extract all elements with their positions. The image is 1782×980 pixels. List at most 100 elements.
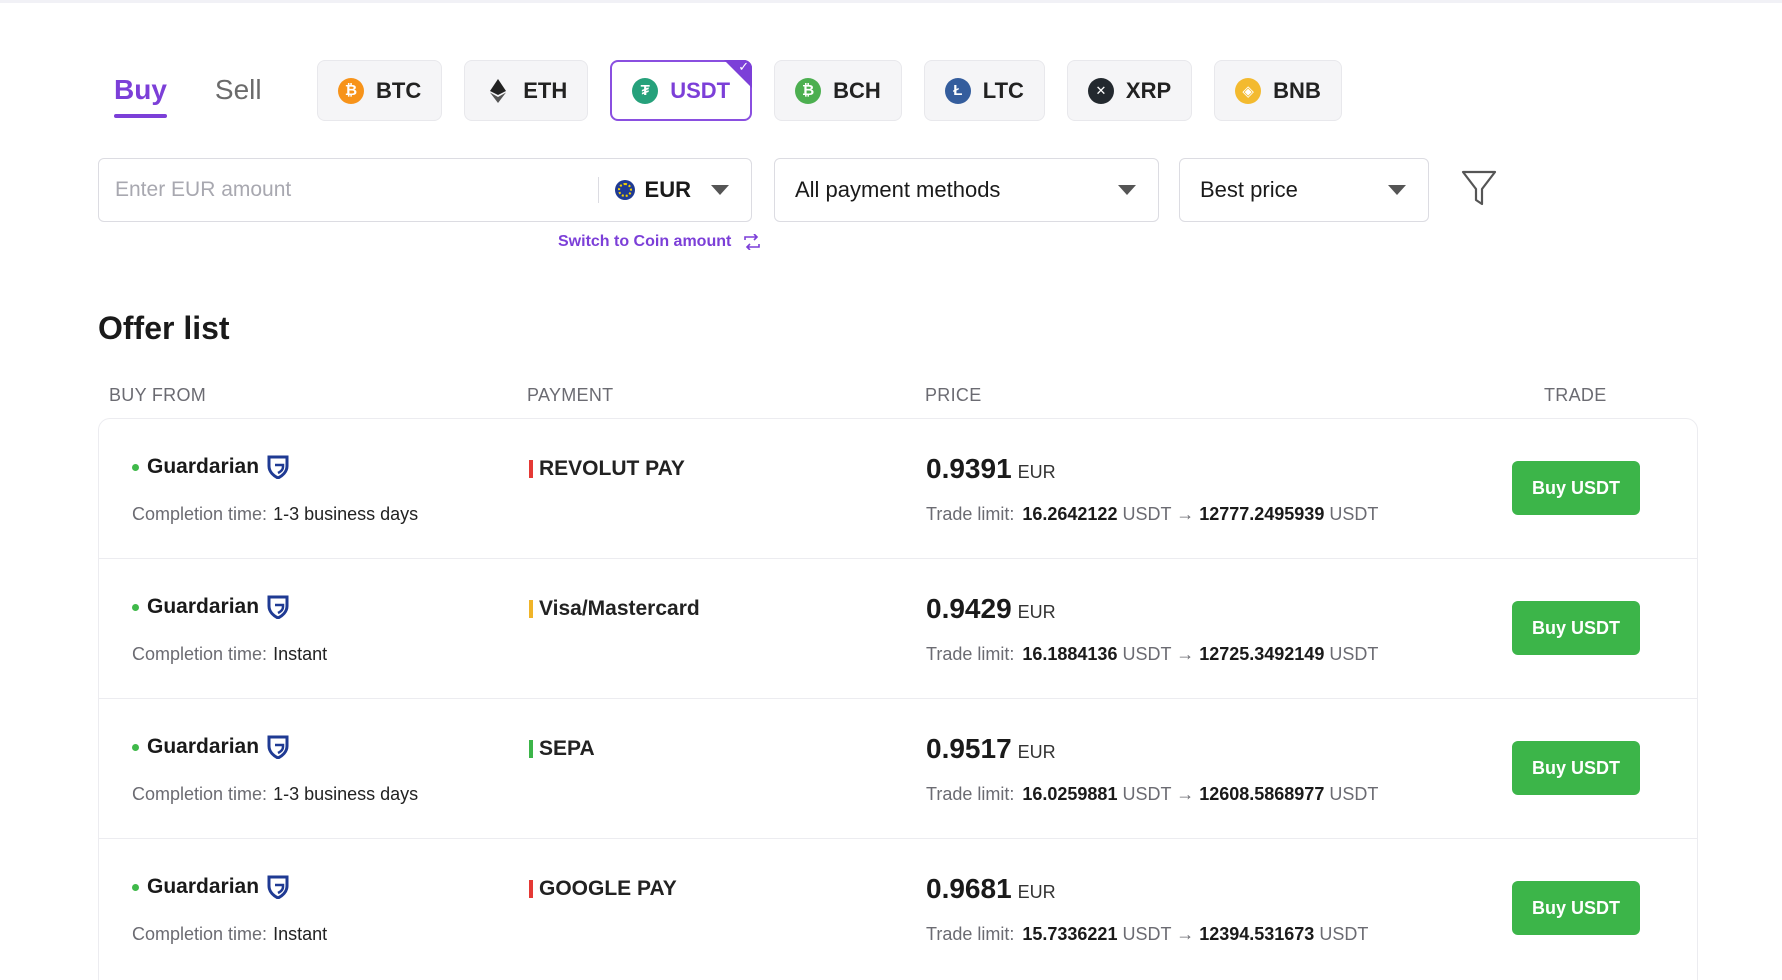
limit-unit: USDT — [1122, 644, 1172, 664]
coin-chip-eth[interactable]: ETH — [464, 60, 589, 121]
payment-color-bar — [529, 880, 533, 898]
funnel-icon — [1461, 170, 1497, 206]
completion-time: Completion time: 1-3 business days — [132, 784, 418, 805]
price-currency: EUR — [1017, 462, 1056, 482]
payment-name: SEPA — [539, 737, 595, 760]
coin-label: BCH — [833, 77, 881, 103]
coin-chip-ltc[interactable]: Ł LTC — [923, 60, 1045, 121]
bitcoin-icon: ₿ — [338, 77, 364, 104]
top-divider — [0, 0, 1782, 3]
amount-field-group: EUR — [98, 158, 752, 222]
eu-flag-icon — [614, 180, 635, 200]
completion-time: Completion time: 1-3 business days — [132, 504, 418, 525]
price: 0.9429 EUR — [926, 593, 1056, 625]
coin-selector: ₿ BTC ETH ₮ USDT ✓ ₿ BCH Ł LTC ✕ XRP ◈ B… — [317, 60, 1342, 121]
payment-method: SEPA — [529, 737, 595, 761]
completion-label: Completion time: — [132, 644, 268, 664]
tab-buy[interactable]: Buy — [114, 74, 167, 118]
offer-row: Guardarian Completion time: 1-3 business … — [99, 419, 1697, 559]
payment-method-value: All payment methods — [795, 177, 1001, 202]
price-value: 0.9391 — [926, 453, 1012, 484]
limit-unit: USDT — [1329, 784, 1379, 804]
offer-list: Guardarian Completion time: 1-3 business … — [98, 418, 1698, 980]
limit-min: 15.7336221 — [1022, 924, 1118, 944]
switch-link-label: Switch to Coin amount — [558, 233, 732, 250]
trade-limit-label: Trade limit: — [926, 784, 1015, 804]
payment-color-bar — [529, 460, 533, 478]
xrp-icon: ✕ — [1087, 77, 1114, 104]
currency-select[interactable]: EUR — [599, 159, 751, 221]
coin-chip-btc[interactable]: ₿ BTC — [317, 60, 443, 121]
chevron-down-icon — [1118, 185, 1136, 195]
switch-to-coin-amount-link[interactable]: Switch to Coin amount — [558, 233, 761, 251]
limit-unit: USDT — [1329, 504, 1379, 524]
tether-icon: ₮ — [632, 77, 659, 104]
completion-label: Completion time: — [132, 784, 268, 804]
buy-usdt-button[interactable]: Buy USDT — [1512, 461, 1640, 515]
buy-usdt-button[interactable]: Buy USDT — [1512, 741, 1640, 795]
guardarian-shield-icon — [267, 875, 289, 899]
limit-max: 12777.2495939 — [1199, 504, 1325, 524]
payment-name: Visa/Mastercard — [539, 597, 700, 620]
payment-method-select[interactable]: All payment methods — [774, 158, 1159, 222]
guardarian-shield-icon — [267, 595, 289, 619]
price: 0.9681 EUR — [926, 873, 1056, 905]
trade-limit-label: Trade limit: — [926, 924, 1015, 944]
trade-limit: Trade limit: 15.7336221 USDT → 12394.5316… — [926, 924, 1368, 945]
price-currency: EUR — [1017, 882, 1056, 902]
column-header-payment: PAYMENT — [527, 385, 614, 405]
completion-time: Completion time: Instant — [132, 924, 327, 945]
payment-method: GOOGLE PAY — [529, 877, 677, 901]
payment-method: REVOLUT PAY — [529, 457, 685, 481]
trade-limit: Trade limit: 16.1884136 USDT → 12725.3492… — [926, 644, 1378, 665]
guardarian-shield-icon — [267, 735, 289, 759]
price: 0.9517 EUR — [926, 733, 1056, 765]
vendor-name: Guardarian — [147, 735, 260, 758]
limit-max: 12725.3492149 — [1199, 644, 1325, 664]
completion-value: Instant — [273, 924, 328, 944]
price-currency: EUR — [1017, 602, 1056, 622]
limit-unit: USDT — [1122, 924, 1172, 944]
ethereum-icon — [485, 78, 511, 104]
coin-chip-usdt[interactable]: ₮ USDT ✓ — [610, 60, 753, 121]
trade-limit-label: Trade limit: — [926, 504, 1015, 524]
limit-max: 12394.531673 — [1199, 924, 1315, 944]
price-value: 0.9429 — [926, 593, 1012, 624]
coin-label: XRP — [1125, 77, 1172, 103]
payment-method: Visa/Mastercard — [529, 597, 700, 621]
offer-row: Guardarian Completion time: Instant Visa/… — [99, 559, 1697, 699]
buy-usdt-button[interactable]: Buy USDT — [1512, 601, 1640, 655]
coin-chip-bnb[interactable]: ◈ BNB — [1214, 60, 1342, 121]
vendor-name: Guardarian — [147, 875, 260, 898]
column-header-price: PRICE — [925, 385, 982, 405]
coin-chip-xrp[interactable]: ✕ XRP — [1066, 60, 1193, 121]
column-header-buy-from: BUY FROM — [109, 385, 207, 405]
filter-button[interactable] — [1460, 168, 1498, 208]
arrow-right-icon: → — [1176, 644, 1195, 664]
column-header-trade: TRADE — [1544, 385, 1607, 405]
swap-icon — [744, 234, 761, 250]
vendor: Guardarian — [132, 735, 289, 759]
coin-label: USDT — [670, 77, 731, 103]
completion-value: Instant — [273, 644, 328, 664]
chevron-down-icon — [711, 185, 729, 195]
limit-min: 16.1884136 — [1022, 644, 1118, 664]
buy-usdt-button[interactable]: Buy USDT — [1512, 881, 1640, 935]
coin-chip-bch[interactable]: ₿ BCH — [774, 60, 902, 121]
limit-min: 16.0259881 — [1022, 784, 1118, 804]
completion-label: Completion time: — [132, 924, 268, 944]
amount-input[interactable] — [99, 159, 598, 221]
payment-name: GOOGLE PAY — [539, 877, 677, 900]
litecoin-icon: Ł — [944, 77, 971, 104]
tab-sell[interactable]: Sell — [215, 74, 262, 118]
payment-name: REVOLUT PAY — [539, 457, 685, 480]
trade-limit-label: Trade limit: — [926, 644, 1015, 664]
online-status-dot — [132, 743, 139, 751]
arrow-right-icon: → — [1176, 784, 1195, 804]
coin-label: BTC — [376, 77, 422, 103]
currency-label: EUR — [644, 177, 691, 202]
guardarian-shield-icon — [267, 455, 289, 479]
sort-select[interactable]: Best price — [1179, 158, 1429, 222]
vendor: Guardarian — [132, 875, 289, 899]
vendor-name: Guardarian — [147, 455, 260, 478]
